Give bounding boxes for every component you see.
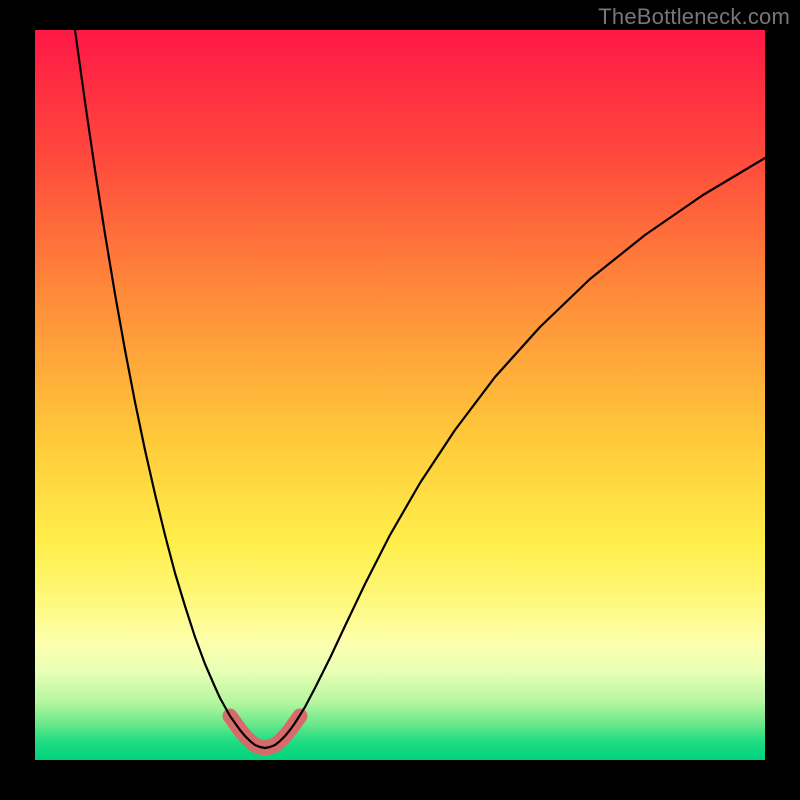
- bottleneck-curve: [75, 30, 765, 748]
- watermark-text: TheBottleneck.com: [598, 4, 790, 30]
- plot-area: [35, 30, 765, 760]
- curve-layer: [35, 30, 765, 760]
- chart-frame: TheBottleneck.com: [0, 0, 800, 800]
